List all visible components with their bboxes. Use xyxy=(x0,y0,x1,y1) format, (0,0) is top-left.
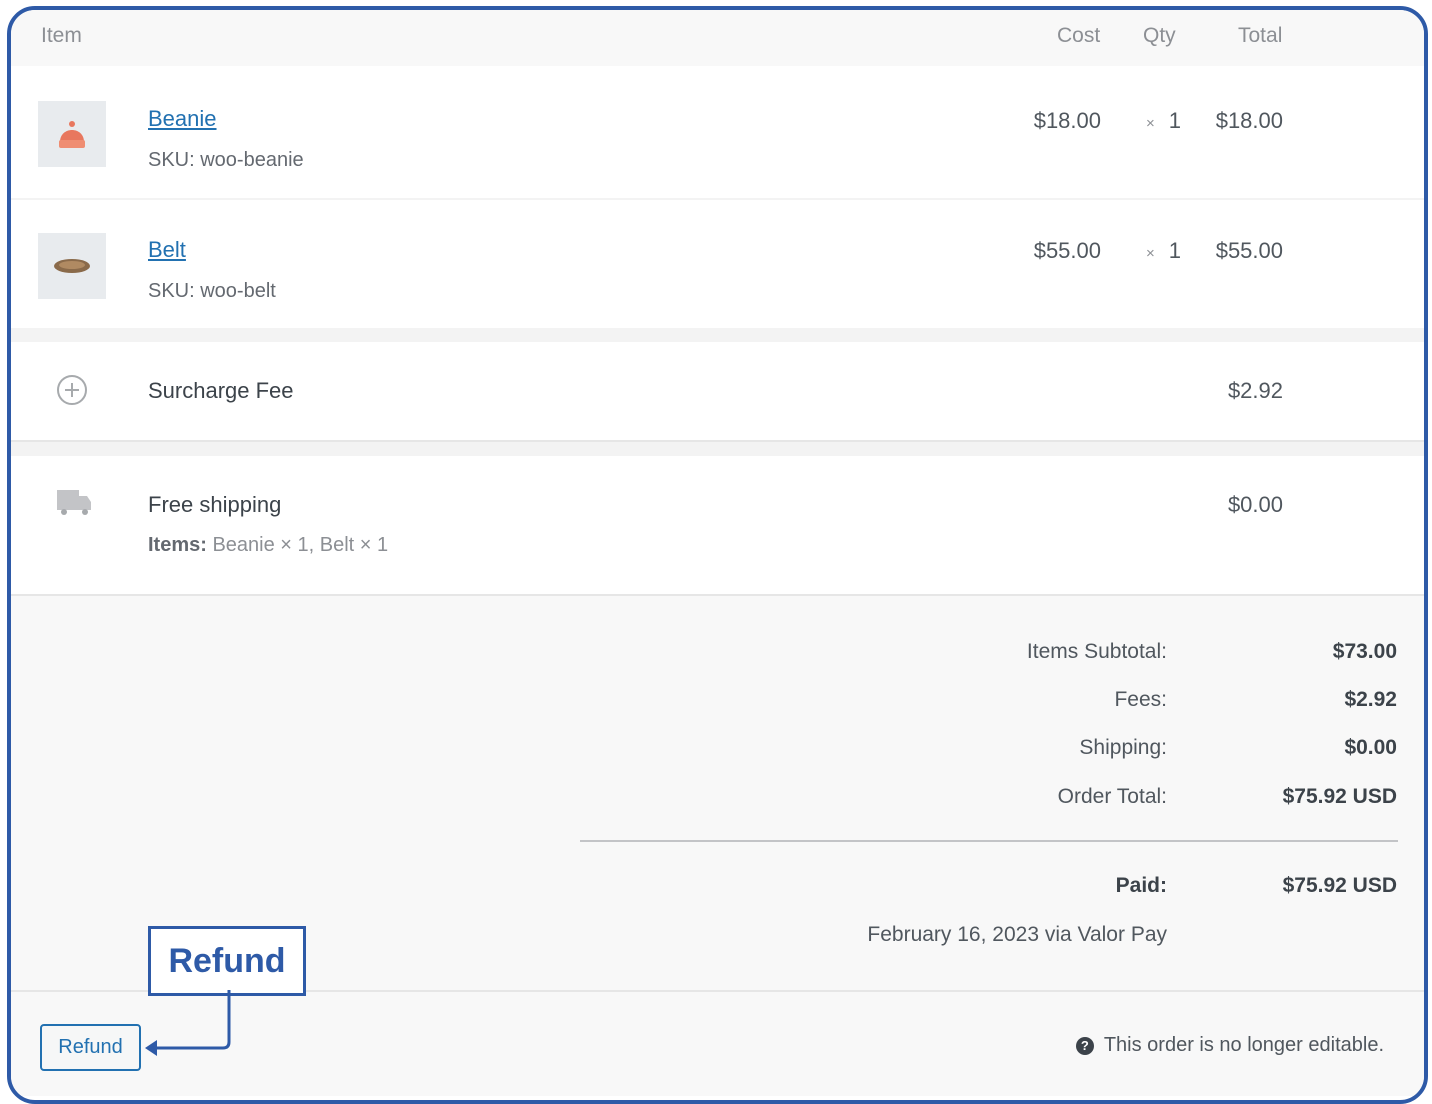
not-editable-notice: ? This order is no longer editable. xyxy=(1075,1034,1384,1057)
order-total-label: Order Total: xyxy=(1057,785,1167,808)
belt-total: $55.00 xyxy=(1215,238,1283,263)
beanie-cost: $18.00 xyxy=(1033,108,1101,133)
table-row: Belt SKU: woo-belt $55.00 × 1 $55.00 xyxy=(11,200,1424,328)
refund-button[interactable]: Refund xyxy=(40,1024,141,1071)
belt-thumbnail-icon[interactable] xyxy=(38,233,106,299)
refund-callout: Refund xyxy=(148,926,306,996)
plus-circle-icon xyxy=(56,374,87,405)
header-item: Item xyxy=(41,24,82,47)
info-icon: ? xyxy=(1075,1036,1094,1055)
header-qty: Qty xyxy=(1143,24,1176,47)
beanie-link[interactable]: Beanie xyxy=(148,106,217,132)
order-totals: Items Subtotal: $73.00 Fees: $2.92 Shipp… xyxy=(11,594,1424,1096)
order-total-value: $75.92 USD xyxy=(1282,785,1397,808)
items-subtotal-label: Items Subtotal: xyxy=(1026,640,1167,663)
fees-value: $2.92 xyxy=(1344,688,1397,711)
belt-link[interactable]: Belt xyxy=(148,237,186,263)
shipping-items: Items: Beanie × 1, Belt × 1 xyxy=(148,534,389,556)
beanie-sku: SKU: woo-beanie xyxy=(148,149,304,171)
not-editable-text: This order is no longer editable. xyxy=(1103,1034,1384,1056)
shipping-total: $0.00 xyxy=(1227,492,1283,517)
fee-label: Surcharge Fee xyxy=(148,378,294,403)
section-divider xyxy=(11,328,1424,342)
beanie-thumbnail-icon[interactable] xyxy=(38,101,106,167)
table-row: Beanie SKU: woo-beanie $18.00 × 1 $18.00 xyxy=(11,66,1424,198)
paid-label: Paid: xyxy=(1115,874,1167,897)
shipping-total-value: $0.00 xyxy=(1344,736,1397,759)
callout-arrow-icon xyxy=(145,990,231,1056)
truck-icon xyxy=(56,488,92,521)
fee-total: $2.92 xyxy=(1227,378,1283,403)
beanie-total: $18.00 xyxy=(1215,108,1283,133)
section-divider xyxy=(11,440,1424,456)
shipping-total-label: Shipping: xyxy=(1079,736,1167,759)
header-total: Total xyxy=(1238,24,1283,47)
items-subtotal-value: $73.00 xyxy=(1332,640,1397,663)
shipping-label: Free shipping xyxy=(148,492,282,517)
shipping-row: Free shipping Items: Beanie × 1, Belt × … xyxy=(11,456,1424,594)
items-table-header: Item Cost Qty Total xyxy=(11,10,1424,66)
header-cost: Cost xyxy=(1057,24,1101,47)
belt-qty: × 1 xyxy=(1145,238,1181,263)
fee-row: Surcharge Fee $2.92 xyxy=(11,342,1424,440)
beanie-qty: × 1 xyxy=(1145,108,1181,133)
fees-label: Fees: xyxy=(1114,688,1167,711)
belt-cost: $55.00 xyxy=(1033,238,1101,263)
paid-note: February 16, 2023 via Valor Pay xyxy=(867,923,1167,946)
totals-divider xyxy=(580,840,1398,842)
order-items-panel: Item Cost Qty Total Beanie SKU: woo-bean… xyxy=(7,6,1428,1104)
belt-sku: SKU: woo-belt xyxy=(148,280,276,302)
paid-value: $75.92 USD xyxy=(1282,874,1397,897)
